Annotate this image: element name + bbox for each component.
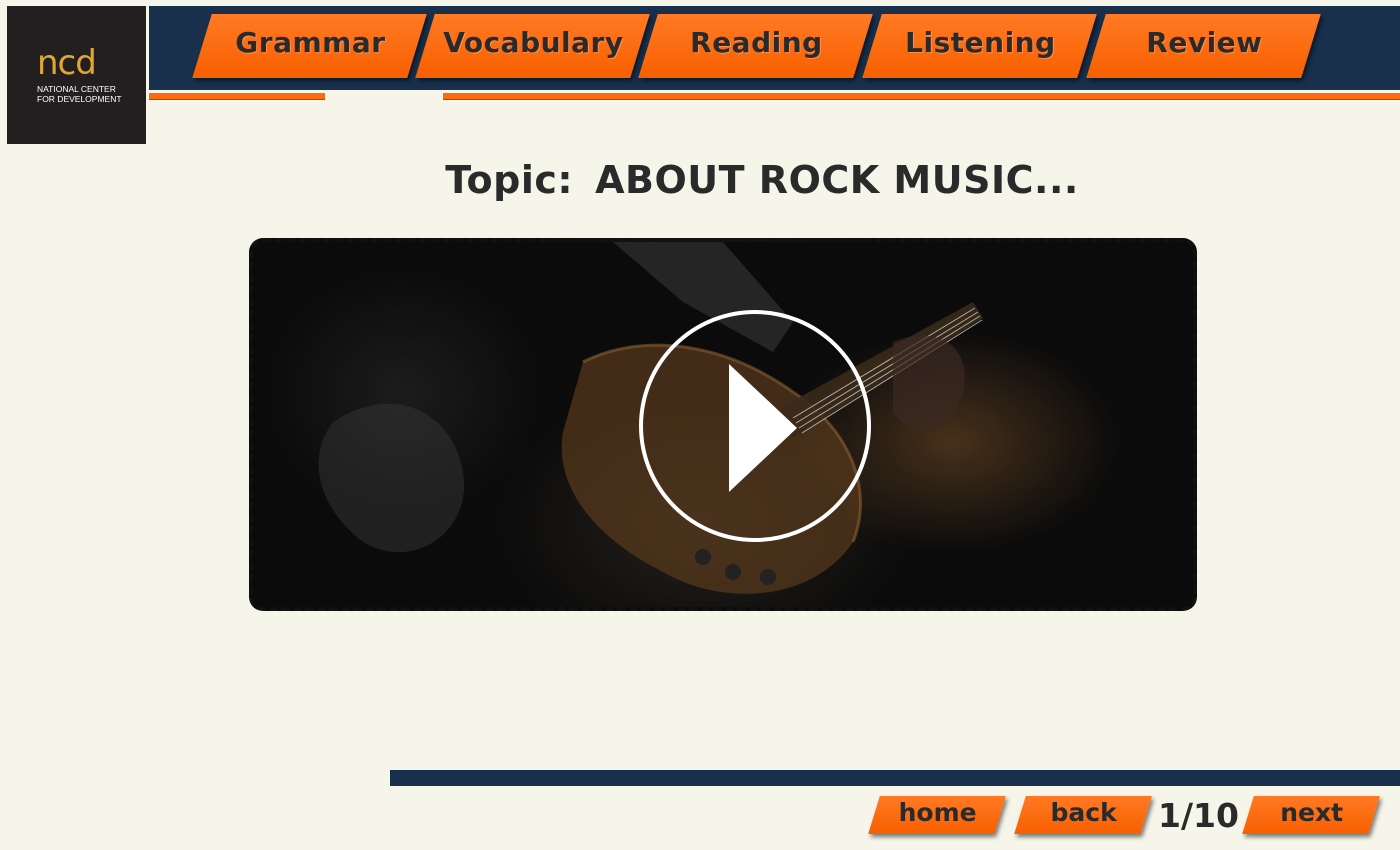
tab-listening-label: Listening	[905, 26, 1056, 59]
next-button-label: next	[1280, 798, 1344, 827]
logo-subtitle-line2: FOR DEVELOPMENT	[37, 94, 122, 104]
page-indicator: 1/10	[1158, 796, 1239, 835]
next-button[interactable]: next	[1242, 796, 1380, 834]
tab-listening[interactable]: Listening	[862, 14, 1097, 78]
tab-vocabulary[interactable]: Vocabulary	[415, 14, 650, 78]
play-button[interactable]	[639, 310, 871, 542]
footer-bar	[390, 770, 1400, 786]
tab-grammar-label: Grammar	[235, 26, 386, 59]
back-button[interactable]: back	[1014, 796, 1152, 834]
divider-right	[443, 93, 1400, 99]
back-button-label: back	[1050, 798, 1117, 827]
tab-reading[interactable]: Reading	[638, 14, 873, 78]
video-player[interactable]	[249, 238, 1197, 611]
home-button[interactable]: home	[868, 796, 1006, 834]
topic-title: ABOUT ROCK MUSIC...	[595, 158, 1079, 202]
tab-vocabulary-label: Vocabulary	[443, 26, 624, 59]
divider-left	[149, 93, 325, 99]
play-icon	[729, 364, 797, 492]
page-title: Topic: ABOUT ROCK MUSIC...	[0, 158, 1400, 202]
tab-reading-label: Reading	[690, 26, 823, 59]
logo-subtitle-line1: NATIONAL CENTER	[37, 84, 116, 94]
tab-review[interactable]: Review	[1086, 14, 1321, 78]
logo-mark: ncd	[37, 43, 97, 83]
topic-prefix: Topic:	[445, 158, 574, 202]
ncd-logo: ncd NATIONAL CENTER FOR DEVELOPMENT	[7, 6, 146, 144]
home-button-label: home	[898, 798, 977, 827]
tab-grammar[interactable]: Grammar	[192, 14, 427, 78]
tab-review-label: Review	[1146, 26, 1263, 59]
